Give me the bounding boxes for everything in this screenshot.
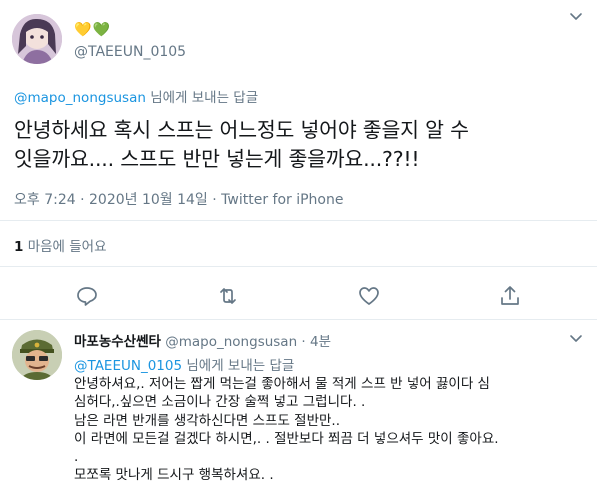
reply-avatar-image <box>12 330 62 380</box>
author-handle[interactable]: @TAEEUN_0105 <box>74 44 186 60</box>
reply-text-line: . <box>74 449 79 466</box>
reply-text: 안녕하셔요,. 저어는 짭게 먹는걸 좋아해서 물 적게 스프 반 넣어 끓이다… <box>74 375 589 485</box>
reply-text-line: 이 라면에 모든걸 걸겠다 하시면,. . 절반보다 쬐끔 더 넣으셔두 맛이 … <box>74 430 499 447</box>
yellow-heart-icon: 💛 <box>74 22 93 38</box>
divider <box>0 319 597 320</box>
share-icon[interactable] <box>498 284 522 308</box>
reply-timestamp[interactable]: · 4분 <box>297 334 331 350</box>
reply-text-line: 심허다,.싶으면 소금이나 간장 술쩍 넣고 그럽니다. . <box>74 394 366 411</box>
likes-count[interactable]: 1 마음에 들어요 <box>14 235 107 255</box>
tweet-text-line: 안녕하세요 혹시 스프는 어느정도 넣어야 좋을지 알 수 <box>14 118 469 142</box>
reply-replying-to-suffix: 님에게 보내는 답글 <box>182 358 295 374</box>
chevron-down-icon[interactable] <box>568 330 584 346</box>
reply-text-line: 안녕하셔요,. 저어는 짭게 먹는걸 좋아해서 물 적게 스프 반 넣어 끓이다… <box>74 376 490 392</box>
likes-number: 1 <box>14 239 24 255</box>
likes-label: 마음에 들어요 <box>23 239 107 255</box>
divider <box>0 266 597 267</box>
reply-avatar[interactable] <box>12 330 62 380</box>
green-heart-icon: 💚 <box>92 22 111 38</box>
reply-header: 마포농수산쎈타 @mapo_nongsusan · 4분 <box>74 330 331 350</box>
tweet-text-line: 잇을까요.... 스프도 반만 넣는게 좋을까요...??!! <box>14 147 420 171</box>
chevron-down-icon[interactable] <box>568 8 584 24</box>
tweet-timestamp[interactable]: 오후 7:24 · 2020년 10월 14일 · Twitter for iP… <box>14 189 343 209</box>
reply-icon[interactable] <box>75 284 99 308</box>
reply-text-line: 모쪼록 맛나게 드시구 행복하셔요. . <box>74 467 274 484</box>
replying-to: @mapo_nongsusan 님에게 보내는 답글 <box>14 86 258 106</box>
reply-replying-to: @TAEEUN_0105 님에게 보내는 답글 <box>74 354 294 374</box>
profile-emojis: 💛💚 <box>74 22 111 38</box>
reply-replying-to-link[interactable]: @TAEEUN_0105 <box>74 358 182 374</box>
tweet-text: 안녕하세요 혹시 스프는 어느정도 넣어야 좋을지 알 수 잇을까요.... 스… <box>14 116 589 174</box>
avatar[interactable] <box>12 14 62 64</box>
reply-text-line: 남은 라면 반개를 생각하신다면 스프도 절반만.. <box>74 412 341 429</box>
replying-to-link[interactable]: @mapo_nongsusan <box>14 90 146 106</box>
divider <box>0 220 597 221</box>
reply-author-name[interactable]: 마포농수산쎈타 <box>74 334 161 350</box>
retweet-icon[interactable] <box>216 284 240 308</box>
reply-author-handle[interactable]: @mapo_nongsusan <box>161 334 297 350</box>
heart-icon[interactable] <box>357 284 381 308</box>
replying-to-suffix: 님에게 보내는 답글 <box>145 90 259 106</box>
avatar-image <box>12 14 62 64</box>
action-bar <box>0 284 597 310</box>
